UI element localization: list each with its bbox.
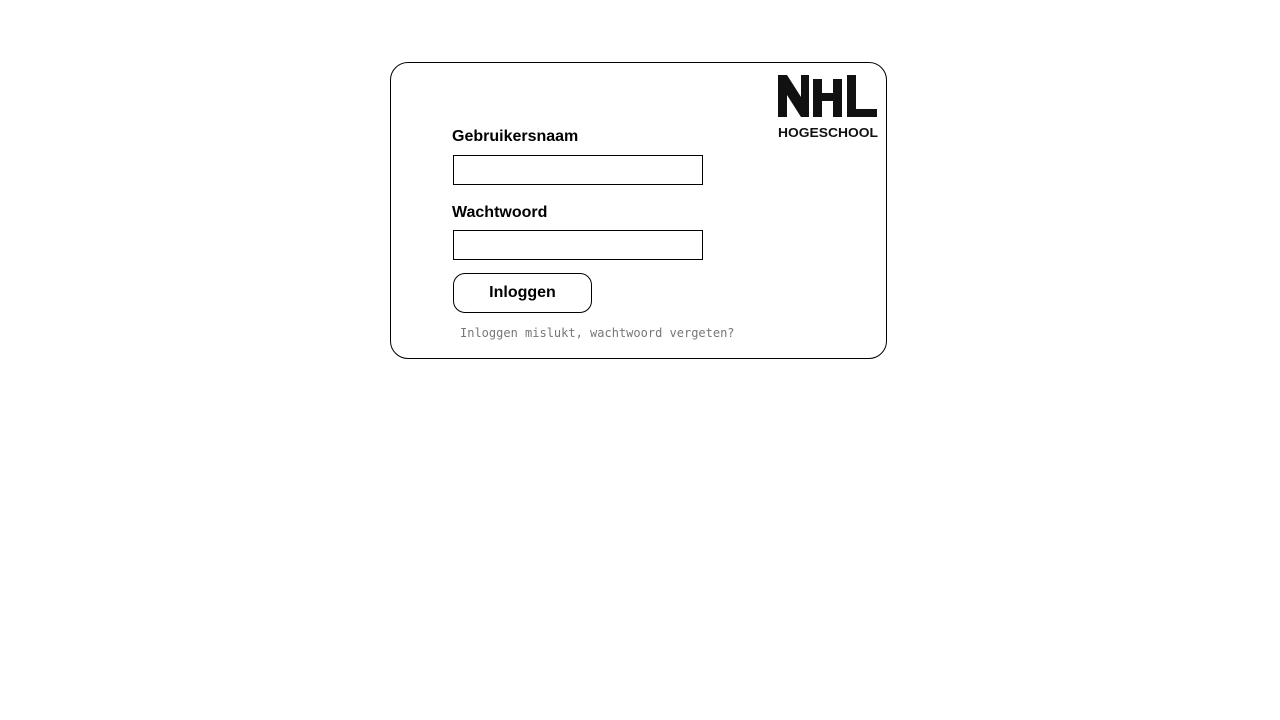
- nhl-hogeschool-logo: HOGESCHOOL: [777, 73, 879, 139]
- login-button[interactable]: Inloggen: [453, 273, 592, 313]
- username-input[interactable]: [453, 155, 703, 185]
- password-label: Wachtwoord: [452, 204, 548, 221]
- password-input[interactable]: [453, 230, 703, 260]
- username-label: Gebruikersnaam: [452, 128, 579, 145]
- svg-text:HOGESCHOOL: HOGESCHOOL: [778, 126, 878, 139]
- forgot-password-link[interactable]: Inloggen mislukt, wachtwoord vergeten?: [460, 326, 735, 340]
- login-card: HOGESCHOOL Gebruikersnaam Wachtwoord Inl…: [390, 62, 887, 359]
